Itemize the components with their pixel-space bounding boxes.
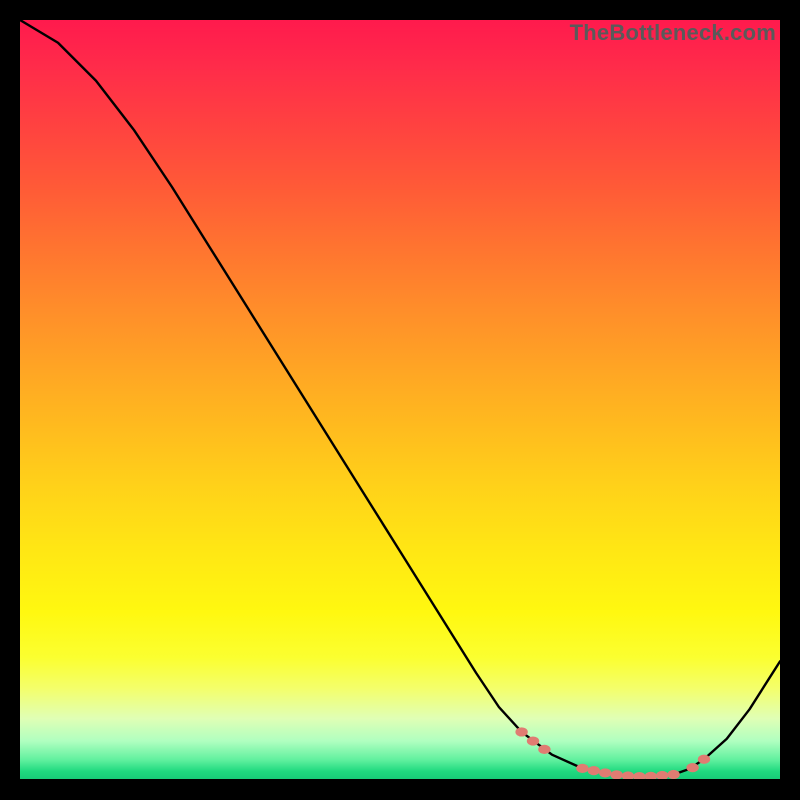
bottleneck-curve-svg — [20, 20, 780, 779]
chart-frame: TheBottleneck.com — [20, 20, 780, 780]
bottleneck-curve-path — [20, 20, 780, 777]
highlight-marker — [610, 770, 622, 779]
highlight-marker — [576, 764, 588, 773]
highlight-marker — [645, 772, 657, 779]
highlight-marker — [698, 755, 710, 764]
highlight-marker — [622, 771, 634, 779]
highlight-marker — [633, 772, 645, 779]
highlight-marker — [599, 768, 611, 777]
highlight-marker — [515, 727, 527, 736]
highlight-marker — [588, 766, 600, 775]
highlight-marker — [527, 736, 539, 745]
highlight-marker — [538, 745, 550, 754]
highlight-marker — [667, 770, 679, 779]
highlight-marker — [656, 771, 668, 779]
highlight-marker — [686, 763, 698, 772]
